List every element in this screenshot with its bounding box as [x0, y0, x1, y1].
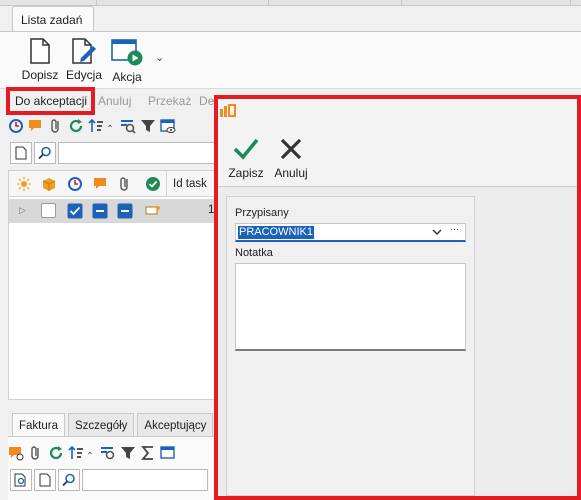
add-button[interactable]: Dopisz — [20, 38, 60, 82]
row-select-checkbox[interactable] — [41, 203, 56, 218]
ribbon-more-chevron-icon[interactable]: ⌄ — [155, 51, 164, 64]
blank-page-icon — [15, 146, 27, 160]
edit-button[interactable]: Edycja — [64, 38, 104, 82]
search-icon — [38, 146, 51, 160]
row-tag-icon — [145, 206, 160, 215]
detail-new-button[interactable] — [34, 469, 56, 491]
new-document-icon — [30, 38, 50, 64]
dialog-cancel-label: Anuluj — [274, 166, 308, 180]
find-icon[interactable] — [120, 118, 136, 134]
truncated-command-button[interactable]: De — [199, 94, 214, 108]
collapse-chevron-icon[interactable] — [108, 118, 116, 134]
table-row[interactable]: ▷ 1 — [9, 199, 217, 223]
check-icon — [233, 138, 259, 160]
dialog-save-button[interactable]: Zapisz — [227, 136, 265, 180]
dialog-save-label: Zapisz — [228, 166, 264, 180]
filter-icon[interactable] — [140, 118, 156, 134]
tab-szczegoly[interactable]: Szczegóły — [68, 413, 135, 437]
detail-sort-icon[interactable] — [68, 445, 84, 461]
tab-szczegoly-label: Szczegóły — [75, 420, 128, 432]
edit-document-icon — [72, 38, 96, 64]
detail-tabs: Faktura Szczegóły Akceptujący — [12, 413, 214, 437]
attachment-icon[interactable] — [48, 118, 64, 134]
row-partial-icon[interactable] — [92, 203, 108, 219]
tab-akceptujacy-label: Akceptujący — [144, 420, 207, 432]
refresh-icon[interactable] — [68, 118, 84, 134]
note-textarea[interactable] — [235, 263, 466, 351]
close-icon — [280, 138, 302, 160]
detail-search-input[interactable] — [82, 469, 208, 491]
dialog-cancel-button[interactable]: Anuluj — [271, 136, 311, 180]
run-action-icon — [111, 39, 143, 66]
chevron-down-icon[interactable] — [432, 228, 442, 236]
new-filter-button[interactable] — [10, 142, 32, 164]
comment-view-icon[interactable] — [8, 445, 24, 461]
detail-collapse-icon[interactable] — [88, 445, 96, 461]
history-icon[interactable] — [8, 118, 24, 134]
tab-lista-zadan-label: Lista zadań — [21, 13, 83, 27]
detail-blank-page-icon — [39, 473, 51, 487]
cancel-command-button[interactable]: Anuluj — [98, 94, 131, 108]
detail-view-icon[interactable] — [160, 445, 176, 461]
detail-filter-icon[interactable] — [120, 445, 136, 461]
search-input[interactable] — [58, 142, 218, 164]
transfer-command-button[interactable]: Przekaż — [148, 94, 191, 108]
tab-lista-zadan[interactable]: Lista zadań — [12, 6, 94, 32]
tab-faktura[interactable]: Faktura — [12, 413, 65, 437]
detail-search-button[interactable] — [58, 469, 80, 491]
assigned-combo[interactable]: PRACOWNIK1 ··· — [235, 223, 466, 242]
history-column-icon[interactable] — [67, 176, 83, 192]
to-accept-button[interactable]: Do akceptacji — [15, 94, 87, 108]
document-search-icon — [14, 473, 26, 487]
status-sun-icon[interactable] — [17, 177, 31, 191]
row-partial-icon-2[interactable] — [117, 203, 133, 219]
col-id-task[interactable]: Id task — [173, 178, 207, 190]
detail-refresh-icon[interactable] — [48, 445, 64, 461]
assigned-value: PRACOWNIK1 — [238, 226, 314, 239]
sum-icon[interactable] — [140, 445, 156, 461]
tasks-grid: Id task ▷ 1 — [8, 170, 218, 400]
tab-faktura-label: Faktura — [19, 420, 58, 432]
sort-icon[interactable] — [88, 118, 104, 134]
search-button[interactable] — [34, 142, 56, 164]
approved-column-icon[interactable] — [145, 176, 161, 192]
detail-find-icon[interactable] — [100, 445, 116, 461]
grid-header: Id task — [9, 171, 217, 197]
add-button-label: Dopisz — [21, 68, 59, 82]
row-checked-icon[interactable] — [67, 203, 83, 219]
package-icon[interactable] — [41, 176, 57, 192]
action-button-label: Akcja — [112, 70, 142, 84]
tab-akceptujacy[interactable]: Akceptujący — [137, 413, 214, 437]
ellipsis-button[interactable]: ··· — [450, 224, 459, 234]
search-row — [10, 142, 218, 166]
assigned-label: Przypisany — [235, 207, 289, 219]
attachment-column-icon[interactable] — [117, 176, 133, 192]
detail-preview-button[interactable] — [10, 469, 32, 491]
detail-toolbar — [8, 441, 176, 465]
edit-button-label: Edycja — [65, 68, 103, 82]
detail-search-row — [10, 469, 208, 493]
row-expand-icon[interactable]: ▷ — [19, 205, 26, 216]
comment-column-icon[interactable] — [92, 176, 108, 192]
grid-toolbar — [8, 114, 176, 138]
view-icon[interactable] — [160, 118, 176, 134]
action-button[interactable]: Akcja — [107, 38, 147, 84]
note-label: Notatka — [235, 247, 273, 259]
detail-attachment-icon[interactable] — [28, 445, 44, 461]
detail-search-icon — [62, 473, 75, 487]
comments-icon[interactable] — [28, 118, 44, 134]
app-logo-icon — [220, 104, 236, 117]
